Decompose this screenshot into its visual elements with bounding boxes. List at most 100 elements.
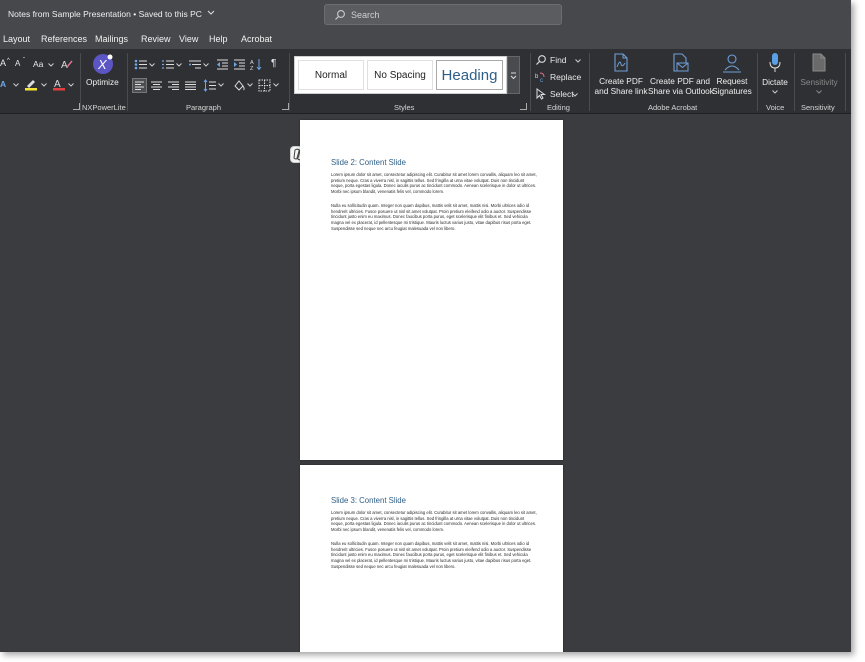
chevron-down-icon[interactable]: [273, 83, 279, 87]
text-effects-icon[interactable]: A: [0, 79, 6, 89]
chevron-down-icon[interactable]: [48, 63, 54, 67]
tab-review[interactable]: Review: [141, 34, 171, 44]
word-window: Notes from Sample Presentation • Saved t…: [0, 0, 851, 652]
grow-font-button[interactable]: A: [0, 58, 6, 68]
title-bar: Notes from Sample Presentation • Saved t…: [0, 0, 851, 30]
align-right-icon[interactable]: [167, 79, 180, 92]
voice-group-label: Voice: [766, 103, 785, 112]
replace-button[interactable]: bc Replace: [535, 70, 585, 84]
paragraph-dialog-launcher[interactable]: [282, 103, 289, 110]
document-title: Notes from Sample Presentation: [8, 9, 131, 19]
search-input[interactable]: Search: [324, 4, 562, 25]
justify-icon[interactable]: [184, 79, 197, 92]
align-left-icon: [135, 81, 144, 90]
numbering-icon[interactable]: [161, 59, 175, 70]
request-signatures-label-1: Request: [716, 76, 748, 86]
tab-view[interactable]: View: [179, 34, 198, 44]
chevron-down-icon[interactable]: [176, 63, 182, 67]
shading-icon[interactable]: [232, 78, 246, 92]
document-page-1[interactable]: Slide 2: Content Slide Lorem ipsum dolor…: [300, 120, 563, 460]
decrease-indent-icon[interactable]: [216, 59, 229, 70]
styles-more-button[interactable]: [507, 56, 520, 94]
replace-icon: bc: [535, 72, 545, 83]
highlighter-icon[interactable]: [24, 77, 38, 91]
borders-icon[interactable]: [258, 79, 271, 92]
shrink-font-button[interactable]: A: [15, 59, 20, 68]
line-spacing-icon[interactable]: [203, 79, 217, 92]
sort-icon[interactable]: AZ: [250, 58, 262, 71]
font-color-icon[interactable]: A: [52, 77, 66, 91]
style-heading[interactable]: Heading: [436, 60, 503, 90]
document-title-area[interactable]: Notes from Sample Presentation • Saved t…: [8, 9, 215, 19]
search-icon: [335, 10, 345, 20]
document-page-2[interactable]: Slide 3: Content Slide Lorem ipsum dolor…: [300, 465, 563, 652]
create-pdf-share-outlook-button[interactable]: Create PDF and Share via Outlook: [648, 52, 714, 100]
optimize-icon: X: [93, 54, 113, 74]
multilevel-list-icon[interactable]: [188, 59, 202, 70]
sensitivity-button[interactable]: Sensitivity: [797, 52, 841, 100]
request-signatures-button[interactable]: Request Signatures: [712, 52, 752, 100]
nxpowerlite-group-label: NXPowerLite: [82, 103, 126, 112]
align-left-button[interactable]: [132, 78, 147, 93]
create-pdf-share-outlook-label-1: Create PDF and: [650, 76, 710, 86]
page-1-paragraph-1: Lorem ipsum dolor sit amet, consectetur …: [331, 172, 537, 195]
font-dialog-launcher[interactable]: [73, 103, 80, 110]
chevron-down-icon: [572, 93, 578, 97]
svg-text:X: X: [97, 57, 108, 72]
tab-help[interactable]: Help: [209, 34, 228, 44]
tab-layout[interactable]: Layout: [3, 34, 30, 44]
chevron-down-icon[interactable]: [41, 83, 47, 87]
search-placeholder: Search: [351, 10, 380, 20]
ribbon: A ^ A ˇ Aa A A A X Optimize NXPowerLite …: [0, 49, 851, 114]
tab-references[interactable]: References: [41, 34, 87, 44]
select-button[interactable]: Select: [535, 87, 585, 101]
find-label: Find: [550, 55, 567, 65]
sensitivity-icon: [812, 53, 826, 72]
shrink-font-caret: ˇ: [23, 58, 25, 64]
create-pdf-share-outlook-label-2: Share via Outlook: [648, 86, 714, 96]
sensitivity-group-label: Sensitivity: [801, 103, 835, 112]
tab-acrobat[interactable]: Acrobat: [241, 34, 272, 44]
svg-text:Z: Z: [250, 66, 254, 71]
styles-group-label: Styles: [394, 103, 415, 112]
style-normal[interactable]: Normal: [298, 60, 364, 90]
create-pdf-share-link-button[interactable]: Create PDF and Share link: [594, 52, 648, 100]
page-2-heading: Slide 3: Content Slide: [331, 496, 406, 505]
grow-font-caret: ^: [7, 58, 10, 64]
chevron-down-icon[interactable]: [203, 63, 209, 67]
bullets-icon[interactable]: [134, 59, 148, 70]
paragraph-group-label: Paragraph: [186, 103, 222, 112]
chevron-down-icon[interactable]: [207, 10, 215, 16]
select-label: Select: [550, 89, 574, 99]
optimize-button[interactable]: Optimize: [86, 77, 119, 87]
sensitivity-label: Sensitivity: [800, 77, 838, 87]
chevron-down-icon: [816, 90, 822, 94]
tab-mailings[interactable]: Mailings: [95, 34, 128, 44]
find-button[interactable]: Find: [535, 53, 585, 67]
change-case-button[interactable]: Aa: [33, 59, 43, 69]
styles-dialog-launcher[interactable]: [520, 103, 527, 110]
style-no-spacing[interactable]: No Spacing: [367, 60, 433, 90]
align-center-icon[interactable]: [150, 79, 163, 92]
chevron-down-icon[interactable]: [247, 83, 253, 87]
create-pdf-share-link-label-2: and Share link: [594, 86, 648, 96]
chevron-down-icon: [772, 90, 778, 94]
increase-indent-icon[interactable]: [233, 59, 246, 70]
clear-formatting-icon[interactable]: A: [60, 58, 74, 70]
page-2-paragraph-2: Nulla eu sollicitudin quam. Integer non …: [331, 541, 532, 569]
chevron-down-icon[interactable]: [13, 83, 19, 87]
styles-gallery: Normal No Spacing Heading: [294, 56, 507, 94]
editing-group-label: Editing: [547, 103, 570, 112]
dictate-label: Dictate: [762, 77, 788, 87]
dictate-button[interactable]: Dictate: [759, 52, 791, 100]
chevron-down-icon[interactable]: [68, 83, 74, 87]
chevron-down-icon: [510, 72, 517, 80]
save-status: Saved to this PC: [138, 9, 202, 19]
cursor-icon: [536, 88, 547, 100]
page-1-paragraph-2: Nulla eu sollicitudin quam. Integer non …: [331, 203, 532, 231]
chevron-down-icon[interactable]: [149, 63, 155, 67]
svg-text:A: A: [61, 60, 68, 70]
chevron-down-icon[interactable]: [218, 83, 224, 87]
show-formatting-button[interactable]: ¶: [271, 58, 276, 69]
signature-icon: [723, 54, 741, 73]
